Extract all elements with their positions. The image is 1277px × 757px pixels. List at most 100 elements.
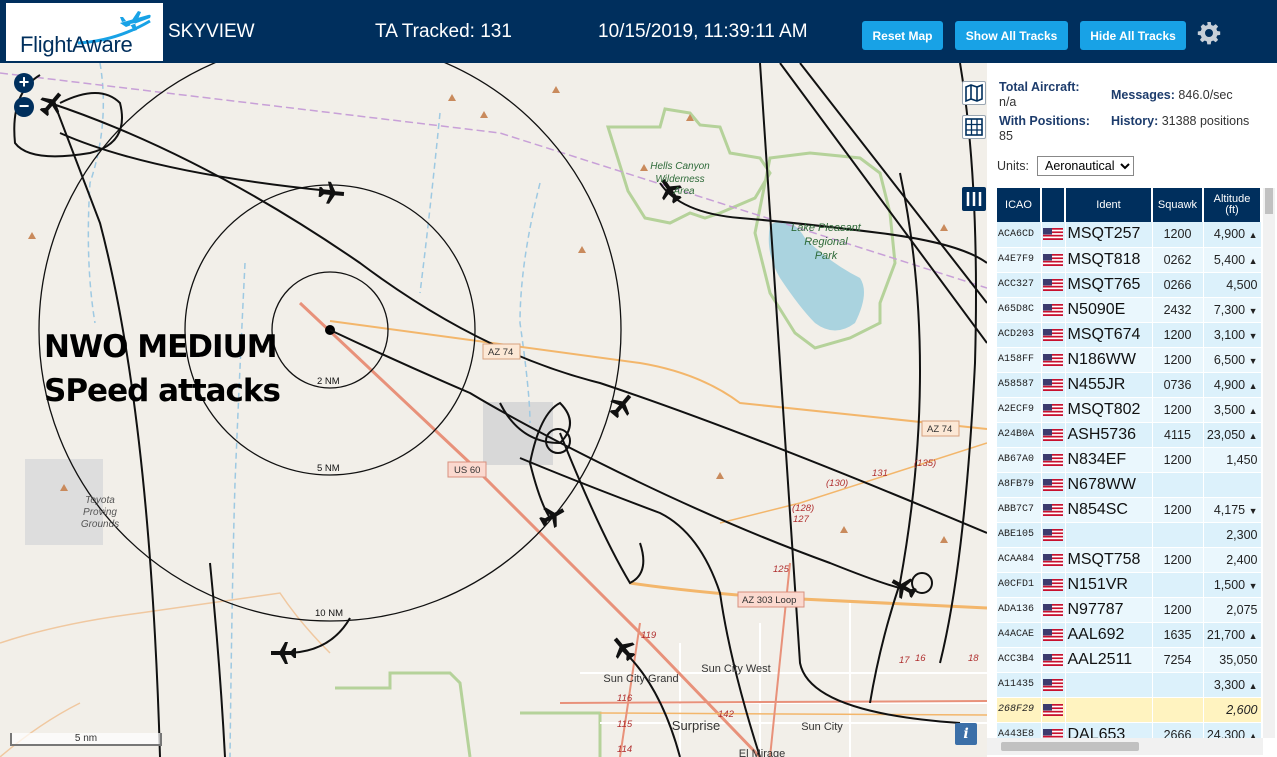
top-bar: FlightAware SKYVIEW TA Tracked: 131 10/1… bbox=[0, 0, 1277, 63]
cell-squawk bbox=[1152, 522, 1204, 548]
place-label: Surprise bbox=[672, 718, 720, 733]
table-row[interactable]: ACC327 MSQT765 0266 4,500 bbox=[997, 272, 1261, 298]
us-flag-icon bbox=[1042, 728, 1063, 738]
us-flag-icon bbox=[1042, 653, 1063, 666]
cell-ident: ASH5736 bbox=[1065, 422, 1153, 448]
cell-altitude: 2,600 bbox=[1203, 697, 1261, 723]
place-label: Park bbox=[815, 250, 838, 262]
table-row[interactable]: A24B0A ASH5736 4115 23,050 ▲ bbox=[997, 422, 1261, 448]
table-row[interactable]: A65D8C N5090E 2432 7,300 ▼ bbox=[997, 297, 1261, 323]
hide-all-tracks-button[interactable]: Hide All Tracks bbox=[1080, 21, 1186, 50]
stat-label: History: bbox=[1111, 114, 1159, 128]
table-row[interactable]: AB67A0 N834EF 1200 1,450 bbox=[997, 447, 1261, 473]
place-label: Sun City West bbox=[701, 663, 771, 675]
units-select[interactable]: Aeronautical bbox=[1037, 156, 1134, 176]
table-row[interactable]: ACA6CD MSQT257 1200 4,900 ▲ bbox=[997, 222, 1261, 248]
cell-altitude: 21,700 ▲ bbox=[1203, 622, 1261, 648]
table-row[interactable]: A158FF N186WW 1200 6,500 ▼ bbox=[997, 347, 1261, 373]
column-header-icao[interactable]: ICAO bbox=[997, 188, 1042, 222]
reset-map-button[interactable]: Reset Map bbox=[862, 21, 943, 50]
cell-altitude: 2,400 bbox=[1203, 547, 1261, 573]
map-icon bbox=[965, 83, 983, 103]
aircraft-table-container[interactable]: ICAO Ident Squawk Altitude (ft) ACA6CD MS… bbox=[997, 188, 1261, 738]
stat-value: 31388 positions bbox=[1161, 114, 1250, 128]
column-header-squawk[interactable]: Squawk bbox=[1152, 188, 1204, 222]
altitude-trend-icon: ▲ bbox=[1248, 255, 1258, 266]
cell-squawk: 1200 bbox=[1152, 547, 1204, 573]
gear-icon[interactable] bbox=[1197, 21, 1221, 45]
show-all-tracks-button[interactable]: Show All Tracks bbox=[955, 21, 1068, 50]
cell-squawk bbox=[1152, 672, 1204, 698]
toggle-sidebar-button[interactable] bbox=[962, 187, 986, 211]
stat-value: n/a bbox=[999, 95, 1017, 109]
table-row[interactable]: A4ACAE AAL692 1635 21,700 ▲ bbox=[997, 622, 1261, 648]
urban-park-boundary bbox=[335, 671, 602, 757]
cell-squawk: 0266 bbox=[1152, 272, 1204, 298]
with-positions-stat: With Positions: 85 bbox=[999, 114, 1109, 144]
table-row[interactable]: A11435 3,300 ▲ bbox=[997, 672, 1261, 698]
table-row[interactable]: A443E8 DAL653 2666 24,300 ▲ bbox=[997, 722, 1261, 738]
info-icon[interactable]: i bbox=[955, 723, 977, 745]
total-aircraft-stat: Total Aircraft: n/a bbox=[999, 80, 1109, 110]
place-label: Toyota bbox=[85, 495, 115, 506]
table-row[interactable]: ADA136 N97787 1200 2,075 bbox=[997, 597, 1261, 623]
range-ring-label: 10 NM bbox=[315, 608, 343, 619]
vertical-scroll-thumb[interactable] bbox=[1265, 188, 1273, 214]
cell-altitude: 24,300 ▲ bbox=[1203, 722, 1261, 738]
altitude-value: 4,900 bbox=[1213, 227, 1246, 242]
cell-ident: N455JR bbox=[1065, 372, 1153, 398]
cell-icao: A11435 bbox=[997, 672, 1042, 698]
altitude-value: 1,500 bbox=[1213, 577, 1246, 592]
cell-flag bbox=[1041, 397, 1066, 423]
altitude-value: 23,050 bbox=[1206, 427, 1246, 442]
cell-ident: AAL692 bbox=[1065, 622, 1153, 648]
table-row[interactable]: A4E7F9 MSQT818 0262 5,400 ▲ bbox=[997, 247, 1261, 273]
grid-toggle-button[interactable] bbox=[962, 115, 986, 139]
column-header-ident[interactable]: Ident bbox=[1065, 188, 1153, 222]
road-shield-label: AZ 303 Loop bbox=[742, 595, 796, 606]
cell-flag bbox=[1041, 347, 1066, 373]
altitude-trend-icon: ▼ bbox=[1248, 355, 1258, 366]
us-flag-icon bbox=[1042, 403, 1063, 416]
road-number: 116 bbox=[617, 693, 633, 704]
table-row[interactable]: ACC3B4 AAL2511 7254 35,050 bbox=[997, 647, 1261, 673]
table-row[interactable]: ACD203 MSQT674 1200 3,100 ▼ bbox=[997, 322, 1261, 348]
table-row[interactable]: 268F29 2,600 bbox=[997, 697, 1261, 723]
place-label: Lake Pleasant bbox=[791, 222, 862, 234]
altitude-value: 5,400 bbox=[1213, 252, 1246, 267]
cell-flag bbox=[1041, 422, 1066, 448]
us-flag-icon bbox=[1042, 428, 1063, 441]
cell-flag bbox=[1041, 322, 1066, 348]
table-row[interactable]: ABE105 2,300 bbox=[997, 522, 1261, 548]
altitude-trend-icon: ▼ bbox=[1248, 305, 1258, 316]
place-label: Area bbox=[672, 186, 695, 197]
logo-text: FlightAware bbox=[20, 32, 133, 57]
cell-icao: A65D8C bbox=[997, 297, 1042, 323]
altitude-value: 7,300 bbox=[1213, 302, 1246, 317]
range-ring-label: 5 NM bbox=[317, 463, 340, 474]
horizontal-scroll-thumb[interactable] bbox=[1001, 742, 1139, 751]
table-row[interactable]: A0CFD1 N151VR 1,500 ▼ bbox=[997, 572, 1261, 598]
column-header-flag[interactable] bbox=[1041, 188, 1066, 222]
table-row[interactable]: ACAA84 MSQT758 1200 2,400 bbox=[997, 547, 1261, 573]
aircraft-table: ICAO Ident Squawk Altitude (ft) ACA6CD MS… bbox=[997, 188, 1261, 738]
zoom-in-button[interactable]: + bbox=[14, 73, 34, 93]
scale-bar: 5 nm bbox=[10, 733, 162, 746]
cell-altitude: 5,400 ▲ bbox=[1203, 247, 1261, 273]
table-row[interactable]: A8FB79 N678WW bbox=[997, 472, 1261, 498]
cell-ident: MSQT818 bbox=[1065, 247, 1153, 273]
map-layers-button[interactable] bbox=[962, 81, 986, 105]
column-header-altitude[interactable]: Altitude (ft) bbox=[1203, 188, 1261, 222]
cell-squawk: 2432 bbox=[1152, 297, 1204, 323]
messages-stat: Messages: 846.0/sec bbox=[1111, 88, 1271, 103]
flightaware-logo[interactable]: FlightAware bbox=[6, 3, 163, 61]
cell-altitude: 35,050 bbox=[1203, 647, 1261, 673]
zoom-out-button[interactable]: − bbox=[14, 97, 34, 117]
table-row[interactable]: A2ECF9 MSQT802 1200 3,500 ▲ bbox=[997, 397, 1261, 423]
vertical-scrollbar[interactable] bbox=[1263, 188, 1275, 738]
stat-label: Messages: bbox=[1111, 88, 1175, 102]
table-row[interactable]: ABB7C7 N854SC 1200 4,175 ▼ bbox=[997, 497, 1261, 523]
table-row[interactable]: A58587 N455JR 0736 4,900 ▲ bbox=[997, 372, 1261, 398]
altitude-value: 2,600 bbox=[1226, 702, 1258, 717]
map-view[interactable]: 2 NM 5 NM 10 NM Hells Canyon Wilderness … bbox=[0, 63, 987, 757]
